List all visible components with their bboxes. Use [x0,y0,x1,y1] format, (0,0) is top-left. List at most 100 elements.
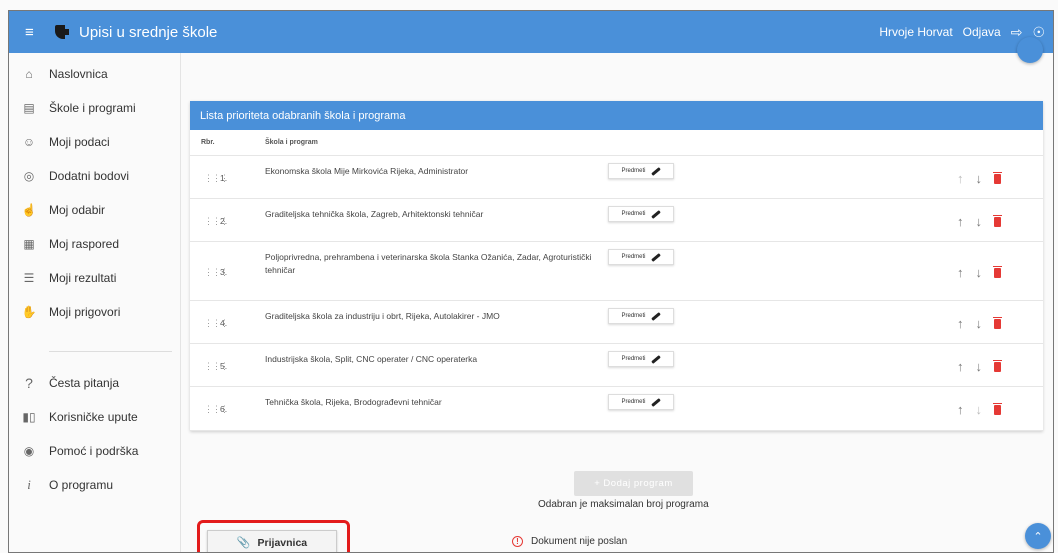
user-name: Hrvoje Horvat [879,25,953,39]
subjects-button[interactable]: Predmeti [608,206,674,222]
add-program-button[interactable]: + Dodaj program [574,471,693,496]
delete-icon[interactable] [993,265,1002,278]
subjects-button-label: Predmeti [621,254,646,260]
priority-list-card: Lista prioriteta odabranih škola i progr… [190,101,1043,431]
column-header-rbr: Rbr. [201,139,215,146]
sidebar-item-label: Moji rezultati [49,271,117,285]
table-row: ⋮⋮⋮ 6. Tehnička škola, Rijeka, Brodograđev… [190,387,1043,431]
prijavnica-button[interactable]: 📎 Prijavnica [207,530,337,552]
calendar-icon: ▦ [23,237,35,251]
subjects-button[interactable]: Predmeti [608,394,674,410]
subjects-button-label: Predmeti [621,399,646,405]
table-row: ⋮⋮⋮ 1. Ekonomska škola Mije Mirkovića Rije… [190,156,1043,199]
sidebar-item-moji-rezultati[interactable]: ☰ Moji rezultati [9,261,180,295]
home-icon: ⌂ [25,67,33,81]
main-content: Lista prioriteta odabranih škola i progr… [181,37,1053,552]
row-number: 6. [220,404,228,414]
pencil-icon [650,209,661,219]
sidebar-item-skole[interactable]: ▤ Škole i programi [9,91,180,125]
move-up-icon[interactable]: ↑ [957,266,964,279]
table-row: ⋮⋮⋮ 3. Poljoprivredna, prehrambena i veter… [190,242,1043,301]
subjects-button[interactable]: Predmeti [608,249,674,265]
sidebar-item-label: Škole i programi [49,101,136,115]
program-name: Poljoprivredna, prehrambena i veterinars… [265,252,592,275]
sidebar-item-dodatni-bodovi[interactable]: ◎ Dodatni bodovi [9,159,180,193]
sidebar-item-moj-raspored[interactable]: ▦ Moj raspored [9,227,180,261]
pencil-icon [650,166,661,176]
subjects-button[interactable]: Predmeti [608,308,674,324]
subjects-button-label: Predmeti [621,313,646,319]
info-icon: i [27,477,31,492]
table-header: Rbr. Škola i program [190,130,1043,156]
app-logo [55,25,69,39]
move-up-icon[interactable]: ↑ [957,403,964,416]
sidebar-item-moji-podaci[interactable]: ☺ Moji podaci [9,125,180,159]
question-icon: ? [25,375,33,391]
sidebar: ⌂ Naslovnica ▤ Škole i programi ☺ Moji p… [9,53,181,552]
sidebar-item-naslovnica[interactable]: ⌂ Naslovnica [9,57,180,91]
delete-icon[interactable] [993,402,1002,415]
max-programs-message: Odabran je maksimalan broj programa [538,499,709,510]
person-icon: ☺ [22,135,36,149]
badge-icon: ◎ [23,169,35,183]
row-actions: ↑ ↓ [957,359,1002,373]
sidebar-item-label: Naslovnica [49,67,108,81]
sidebar-item-cesta-pitanja[interactable]: ? Česta pitanja [9,366,180,400]
row-number: 2. [220,216,228,226]
hand-icon: ✋ [21,305,37,319]
sidebar-item-o-programu[interactable]: i O programu [9,468,180,502]
app-title: Upisi u srednje škole [79,23,218,41]
delete-icon[interactable] [993,214,1002,227]
move-down-icon[interactable]: ↓ [976,403,983,416]
move-down-icon[interactable]: ↓ [976,172,983,185]
pencil-icon [650,311,661,321]
list-icon: ☰ [23,271,35,285]
sidebar-item-label: Moj raspored [49,237,120,251]
move-up-icon[interactable]: ↑ [957,360,964,373]
move-up-icon[interactable]: ↑ [957,215,964,228]
subjects-button-label: Predmeti [621,211,646,217]
table-row: ⋮⋮⋮ 5. Industrijska škola, Split, CNC oper… [190,344,1043,387]
subjects-button[interactable]: Predmeti [608,163,674,179]
logout-icon[interactable]: ⇨ [1011,24,1023,41]
program-name: Industrijska škola, Split, CNC operater … [265,354,478,364]
book-icon: ▮▯ [22,410,36,424]
prijavnica-label: Prijavnica [257,536,308,549]
sidebar-divider [49,351,172,352]
pencil-icon [650,354,661,364]
move-down-icon[interactable]: ↓ [976,266,983,279]
program-name: Graditeljska škola za industriju i obrt,… [265,311,500,321]
warning-icon: ! [512,536,523,547]
move-down-icon[interactable]: ↓ [976,360,983,373]
subjects-button[interactable]: Predmeti [608,351,674,367]
menu-icon[interactable]: ≡ [25,25,39,40]
program-name: Graditeljska tehnička škola, Zagreb, Arh… [265,209,484,219]
row-actions: ↑ ↓ [957,214,1002,228]
sidebar-item-label: Moji prigovori [49,305,121,319]
sidebar-item-korisnicke-upute[interactable]: ▮▯ Korisničke upute [9,400,180,434]
table-row: ⋮⋮⋮ 4. Graditeljska škola za industriju i … [190,301,1043,344]
sidebar-item-label: Česta pitanja [49,376,120,390]
support-icon: ◉ [23,444,35,458]
delete-icon[interactable] [993,359,1002,372]
move-down-icon[interactable]: ↓ [976,317,983,330]
sidebar-item-pomoc[interactable]: ◉ Pomoć i podrška [9,434,180,468]
move-down-icon[interactable]: ↓ [976,215,983,228]
delete-icon[interactable] [993,171,1002,184]
delete-icon[interactable] [993,316,1002,329]
fab-button[interactable] [1017,37,1043,63]
row-number: 3. [220,267,228,277]
sidebar-item-label: Dodatni bodovi [49,169,130,183]
paperclip-icon: 📎 [236,537,251,549]
chevron-up-icon: ⌃ [1033,530,1043,543]
sidebar-item-moj-odabir[interactable]: ☝ Moj odabir [9,193,180,227]
building-icon: ▤ [23,101,35,115]
logout-link[interactable]: Odjava [963,25,1001,39]
row-actions: ↑ ↓ [957,316,1002,330]
move-up-icon[interactable]: ↑ [957,172,964,185]
sidebar-item-moji-prigovori[interactable]: ✋ Moji prigovori [9,295,180,329]
move-up-icon[interactable]: ↑ [957,317,964,330]
sidebar-item-label: Moji podaci [49,135,110,149]
row-number: 5. [220,361,228,371]
scroll-up-button[interactable]: ⌃ [1025,523,1051,549]
